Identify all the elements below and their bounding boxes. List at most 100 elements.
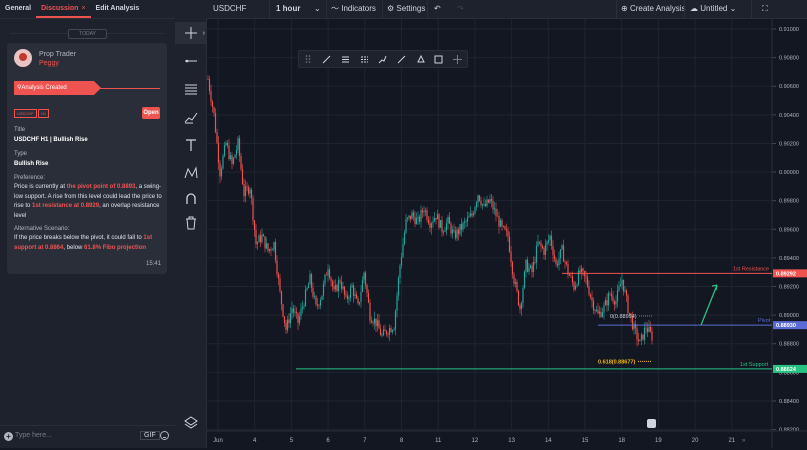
- candle-body: [624, 290, 626, 292]
- x-tick-label: 8: [400, 438, 404, 444]
- interval-select[interactable]: 1 hour: [276, 0, 300, 18]
- candle-body: [259, 235, 262, 243]
- pattern-tool[interactable]: [175, 162, 206, 184]
- candle-body: [397, 278, 400, 296]
- add-icon[interactable]: +: [4, 432, 13, 441]
- candle-body: [310, 274, 313, 288]
- line-tool-icon[interactable]: [397, 54, 407, 64]
- candle-body: [510, 251, 512, 263]
- undo-icon[interactable]: ↶: [434, 0, 441, 18]
- candle-body: [418, 216, 421, 222]
- candle-body: [579, 270, 581, 273]
- price-chart[interactable]: 0.91000 0.90800 0.90600 0.90400 0.90200 0.900…: [206, 19, 807, 448]
- candle-body: [544, 244, 547, 255]
- settings-button[interactable]: ⚙ Settings: [387, 0, 425, 18]
- fib-tool[interactable]: [175, 78, 206, 100]
- x-tick-label: 5: [290, 438, 294, 444]
- crosshair-tool[interactable]: ›: [175, 22, 206, 44]
- candle-body: [295, 311, 298, 314]
- candle-body: [640, 334, 643, 340]
- fill-icon[interactable]: [415, 54, 425, 64]
- drag-handle-icon[interactable]: [303, 54, 313, 64]
- delete-tool[interactable]: [175, 212, 206, 234]
- price-badge-label: 0.88930: [776, 323, 796, 329]
- divider: [427, 0, 428, 18]
- candle-body: [253, 220, 256, 230]
- candle-body: [304, 289, 307, 306]
- candle-body: [505, 229, 508, 231]
- symbol-search[interactable]: USDCHF: [213, 0, 246, 18]
- y-tick-label: 0.89200: [779, 285, 799, 291]
- highlight: the pivot point of 0.8893: [66, 184, 136, 190]
- candle-body: [643, 327, 646, 340]
- candle-body: [604, 300, 607, 306]
- tab-general[interactable]: General: [0, 0, 36, 18]
- plus-circle-icon: ⊕: [621, 4, 630, 13]
- tab-discussion[interactable]: Discussion ×: [36, 0, 91, 18]
- candle-body: [508, 236, 511, 252]
- candle-body: [363, 272, 365, 280]
- candle-body: [300, 308, 302, 317]
- candle-body: [390, 327, 392, 332]
- gif-button[interactable]: GIF: [140, 431, 160, 440]
- candle-body: [591, 297, 593, 301]
- trend-line-tool[interactable]: [175, 50, 206, 72]
- message-input[interactable]: Type here...: [15, 432, 52, 439]
- candle-body: [231, 155, 233, 164]
- candle-body: [639, 339, 641, 341]
- candle-body: [516, 281, 518, 291]
- tab-edit-analysis[interactable]: Edit Analysis: [91, 0, 145, 18]
- y-tick-label: 0.90400: [779, 113, 799, 119]
- candle-body: [436, 214, 439, 220]
- divider: [269, 0, 270, 18]
- author-name[interactable]: Peggy: [39, 60, 59, 67]
- candle-body: [618, 286, 620, 291]
- layers-tool[interactable]: [175, 411, 206, 433]
- x-tick-label: 15: [582, 438, 589, 444]
- candle-body: [274, 242, 277, 261]
- close-icon[interactable]: ×: [81, 5, 85, 12]
- candle-body: [354, 294, 356, 296]
- candle-body: [469, 213, 472, 217]
- candle-body: [286, 319, 289, 331]
- candle-body: [492, 200, 494, 210]
- candle-body: [267, 243, 269, 251]
- text-tool[interactable]: [175, 134, 206, 156]
- candle-body: [636, 328, 638, 340]
- price-badge-label: 0.88624: [776, 367, 797, 373]
- chevron-down-icon[interactable]: ⌄: [314, 0, 321, 18]
- rectangle-icon[interactable]: [434, 54, 444, 64]
- candle-body: [387, 334, 389, 335]
- indicators-label: Indicators: [341, 4, 376, 13]
- create-analysis-label: Create Analysis: [629, 4, 686, 13]
- crosshair-icon[interactable]: [453, 54, 463, 64]
- candle-body: [487, 199, 490, 203]
- pencil-icon[interactable]: [322, 54, 332, 64]
- open-button[interactable]: Open: [142, 107, 160, 119]
- candle-body: [523, 271, 526, 289]
- indicators-button[interactable]: 〜 Indicators: [331, 0, 376, 18]
- x-tick-label: 20: [692, 438, 699, 444]
- brush-icon[interactable]: [378, 54, 388, 64]
- candle-body: [424, 210, 427, 212]
- fullscreen-icon[interactable]: ⛶: [762, 0, 768, 18]
- emoji-icon[interactable]: [160, 431, 169, 440]
- divider: [751, 0, 752, 18]
- pivot-label: Pivot: [758, 318, 771, 324]
- magnet-tool[interactable]: [175, 188, 206, 210]
- chart-canvas[interactable]: 0.91000 0.90800 0.90600 0.90400 0.90200 0.900…: [206, 19, 807, 448]
- candle-body: [562, 245, 565, 262]
- candle-body: [226, 142, 229, 146]
- chevron-right-icon: ›: [202, 29, 205, 37]
- candle-body: [394, 311, 397, 330]
- candle-body: [520, 302, 523, 310]
- lines-icon[interactable]: [341, 54, 351, 64]
- ruler-icon[interactable]: [359, 54, 369, 64]
- create-analysis-button[interactable]: ⊕ Create Analysis: [621, 0, 686, 18]
- redo-icon[interactable]: ↷: [457, 0, 464, 18]
- candle-body: [324, 274, 326, 284]
- candle-body: [361, 279, 364, 292]
- brush-tool[interactable]: [175, 106, 206, 128]
- candle-body: [499, 220, 502, 227]
- layout-menu[interactable]: ☁ Untitled ⌄: [690, 0, 736, 18]
